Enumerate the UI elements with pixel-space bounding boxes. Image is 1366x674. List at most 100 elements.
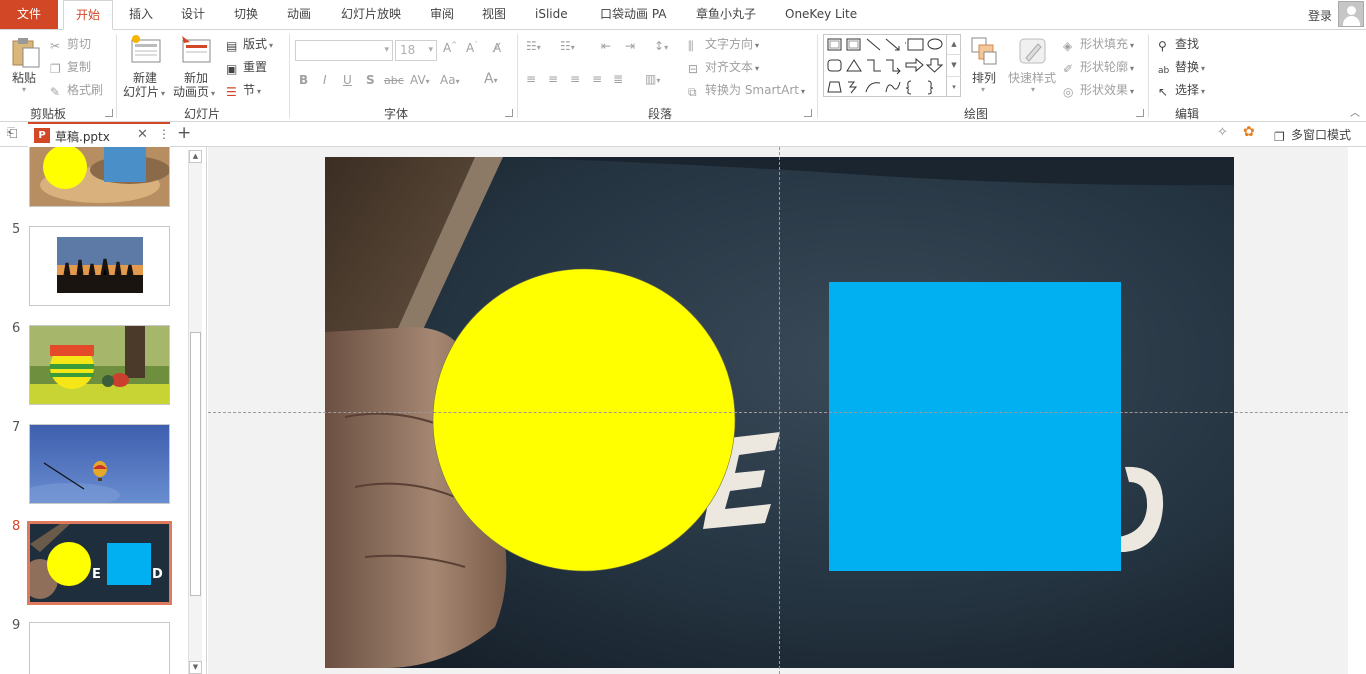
slide-thumbnail-7[interactable] [29,424,170,504]
tab-octopus[interactable]: 章鱼小丸子 [696,0,756,29]
horizontal-guide[interactable] [208,412,1348,413]
tab-view[interactable]: 视图 [482,0,506,29]
shapes-icons [827,38,944,95]
clear-format-icon[interactable]: A̸ [493,41,501,55]
gallery-down-icon[interactable]: ▼ [947,54,961,76]
quick-styles-button[interactable]: 快速样式 [1008,69,1056,86]
shapes-gallery[interactable] [823,34,961,97]
shape-fill-button[interactable]: ◈ 形状填充 [1063,35,1134,53]
drawing-launcher-icon[interactable] [1136,109,1144,117]
increase-indent-icon[interactable]: ⇥ [625,39,635,53]
font-color-icon[interactable]: A▾ [484,71,498,87]
font-group-label: 字体 [384,107,409,121]
document-tab[interactable]: P 草稿.pptx ✕ ⋮ [28,122,170,147]
quick-styles-dropdown-icon[interactable]: ▾ [1031,85,1035,94]
columns-icon[interactable]: ▥▾ [645,72,660,86]
quick-styles-icon[interactable] [1018,36,1048,69]
distributed-icon[interactable]: ≣ [613,72,623,86]
scroll-up-icon[interactable]: ▲ [189,150,202,163]
paste-button[interactable]: 粘贴 [12,69,36,86]
new-animation-page-icon[interactable] [180,34,212,67]
numbering-icon[interactable]: ☷▾ [560,39,575,53]
pin-icon[interactable]: ✧ [1217,125,1228,140]
tab-file[interactable]: 文件 [0,0,58,29]
tab-insert[interactable]: 插入 [129,0,153,29]
italic-icon[interactable]: I [323,73,327,87]
align-center-icon[interactable]: ≡ [548,72,558,86]
align-left-icon[interactable]: ≡ [526,72,536,86]
arrange-dropdown-icon[interactable]: ▾ [981,85,985,94]
tab-transitions[interactable]: 切换 [234,0,258,29]
bold-icon[interactable]: B [299,73,308,87]
font-name-combo[interactable] [295,40,393,61]
layout-icon: ▤ [226,39,238,53]
tab-design[interactable]: 设计 [181,0,205,29]
format-painter-button[interactable]: ✎ 格式刷 [50,81,103,99]
shape-effects-button[interactable]: ◎ 形状效果 [1063,81,1134,99]
convert-smartart-button[interactable]: ⧉ 转换为 SmartArt [688,81,805,99]
arrange-icon[interactable] [970,36,1000,69]
arrange-button[interactable]: 排列 [972,69,996,86]
close-tab-icon[interactable]: ✕ [137,127,148,142]
change-case-icon[interactable]: Aa▾ [440,73,460,87]
file-nav-icon[interactable]: ⎗ [7,126,17,141]
settings-icon[interactable]: ✿ [1243,124,1255,140]
slide-thumbnail-6[interactable] [29,325,170,405]
new-slide-icon[interactable] [130,34,162,67]
gallery-up-icon[interactable]: ▲ [947,34,961,54]
line-spacing-icon[interactable]: ↕▾ [654,39,668,53]
multi-window-button[interactable]: ❐ 多窗口模式 [1274,126,1351,144]
slide-thumbnail-4[interactable] [29,147,170,207]
grow-font-icon[interactable]: A^ [443,41,457,55]
scroll-down-icon[interactable]: ▼ [189,661,202,674]
shrink-font-icon[interactable]: Aˇ [466,41,478,55]
clipboard-launcher-icon[interactable] [105,109,113,117]
paste-icon[interactable] [11,36,41,71]
gallery-more-icon[interactable]: ▾ [947,76,961,97]
strikethrough-icon[interactable]: abc [384,74,404,87]
text-direction-button[interactable]: ⫼ 文字方向 [688,35,759,53]
tab-home[interactable]: 开始 [63,0,113,30]
underline-icon[interactable]: U [343,73,352,87]
tab-pocket-animation[interactable]: 口袋动画 PA [600,0,667,29]
thumbnails-scrollbar[interactable]: ▲ ▼ [188,150,202,674]
tab-onekey-lite[interactable]: OneKey Lite [785,0,857,29]
align-text-button[interactable]: ⊟ 对齐文本 [688,58,759,76]
shadow-icon[interactable]: S [366,73,375,87]
login-link[interactable]: 登录 [1308,7,1332,24]
reset-button[interactable]: ▣ 重置 [226,58,267,76]
avatar[interactable] [1338,1,1364,27]
font-size-combo[interactable]: 18 [395,40,437,61]
tab-animations[interactable]: 动画 [287,0,311,29]
cut-button[interactable]: ✂ 剪切 [50,35,91,53]
copy-button[interactable]: ❐ 复制 [50,58,91,76]
tab-islide[interactable]: iSlide [535,0,568,29]
slide-thumbnail-9[interactable] [29,622,170,674]
find-button[interactable]: ⚲ 查找 [1158,35,1199,53]
select-button[interactable]: ↖ 选择 [1158,81,1205,99]
shape-outline-button[interactable]: ✐ 形状轮廓 [1063,58,1134,76]
replace-button[interactable]: ab 替换 [1158,58,1205,78]
tab-slideshow[interactable]: 幻灯片放映 [341,0,401,29]
new-slide-button[interactable]: 幻灯片 [123,83,165,100]
paste-dropdown-icon[interactable]: ▾ [22,85,26,94]
decrease-indent-icon[interactable]: ⇤ [601,39,611,53]
new-animation-page-button[interactable]: 动画页 [173,83,215,100]
tab-menu-icon[interactable]: ⋮ [158,127,170,141]
align-right-icon[interactable]: ≡ [570,72,580,86]
slide-thumbnail-8-selected[interactable]: E D [27,521,172,605]
collapse-ribbon-icon[interactable]: ︿ [1350,104,1360,119]
new-tab-icon[interactable]: + [177,123,191,143]
justify-icon[interactable]: ≡ [592,72,602,86]
slide-thumbnail-5[interactable] [29,226,170,306]
paragraph-launcher-icon[interactable] [804,109,812,117]
vertical-guide[interactable] [779,147,780,674]
bullets-icon[interactable]: ☷▾ [526,39,541,53]
scrollbar-thumb[interactable] [190,332,201,596]
layout-button[interactable]: ▤ 版式 [226,35,273,53]
char-spacing-icon[interactable]: AV▾ [410,73,430,87]
shapes-gallery-scroll[interactable]: ▲ ▼ ▾ [946,34,961,97]
section-button[interactable]: ☰ 节 [226,81,261,99]
tab-review[interactable]: 审阅 [430,0,454,29]
font-launcher-icon[interactable] [505,109,513,117]
